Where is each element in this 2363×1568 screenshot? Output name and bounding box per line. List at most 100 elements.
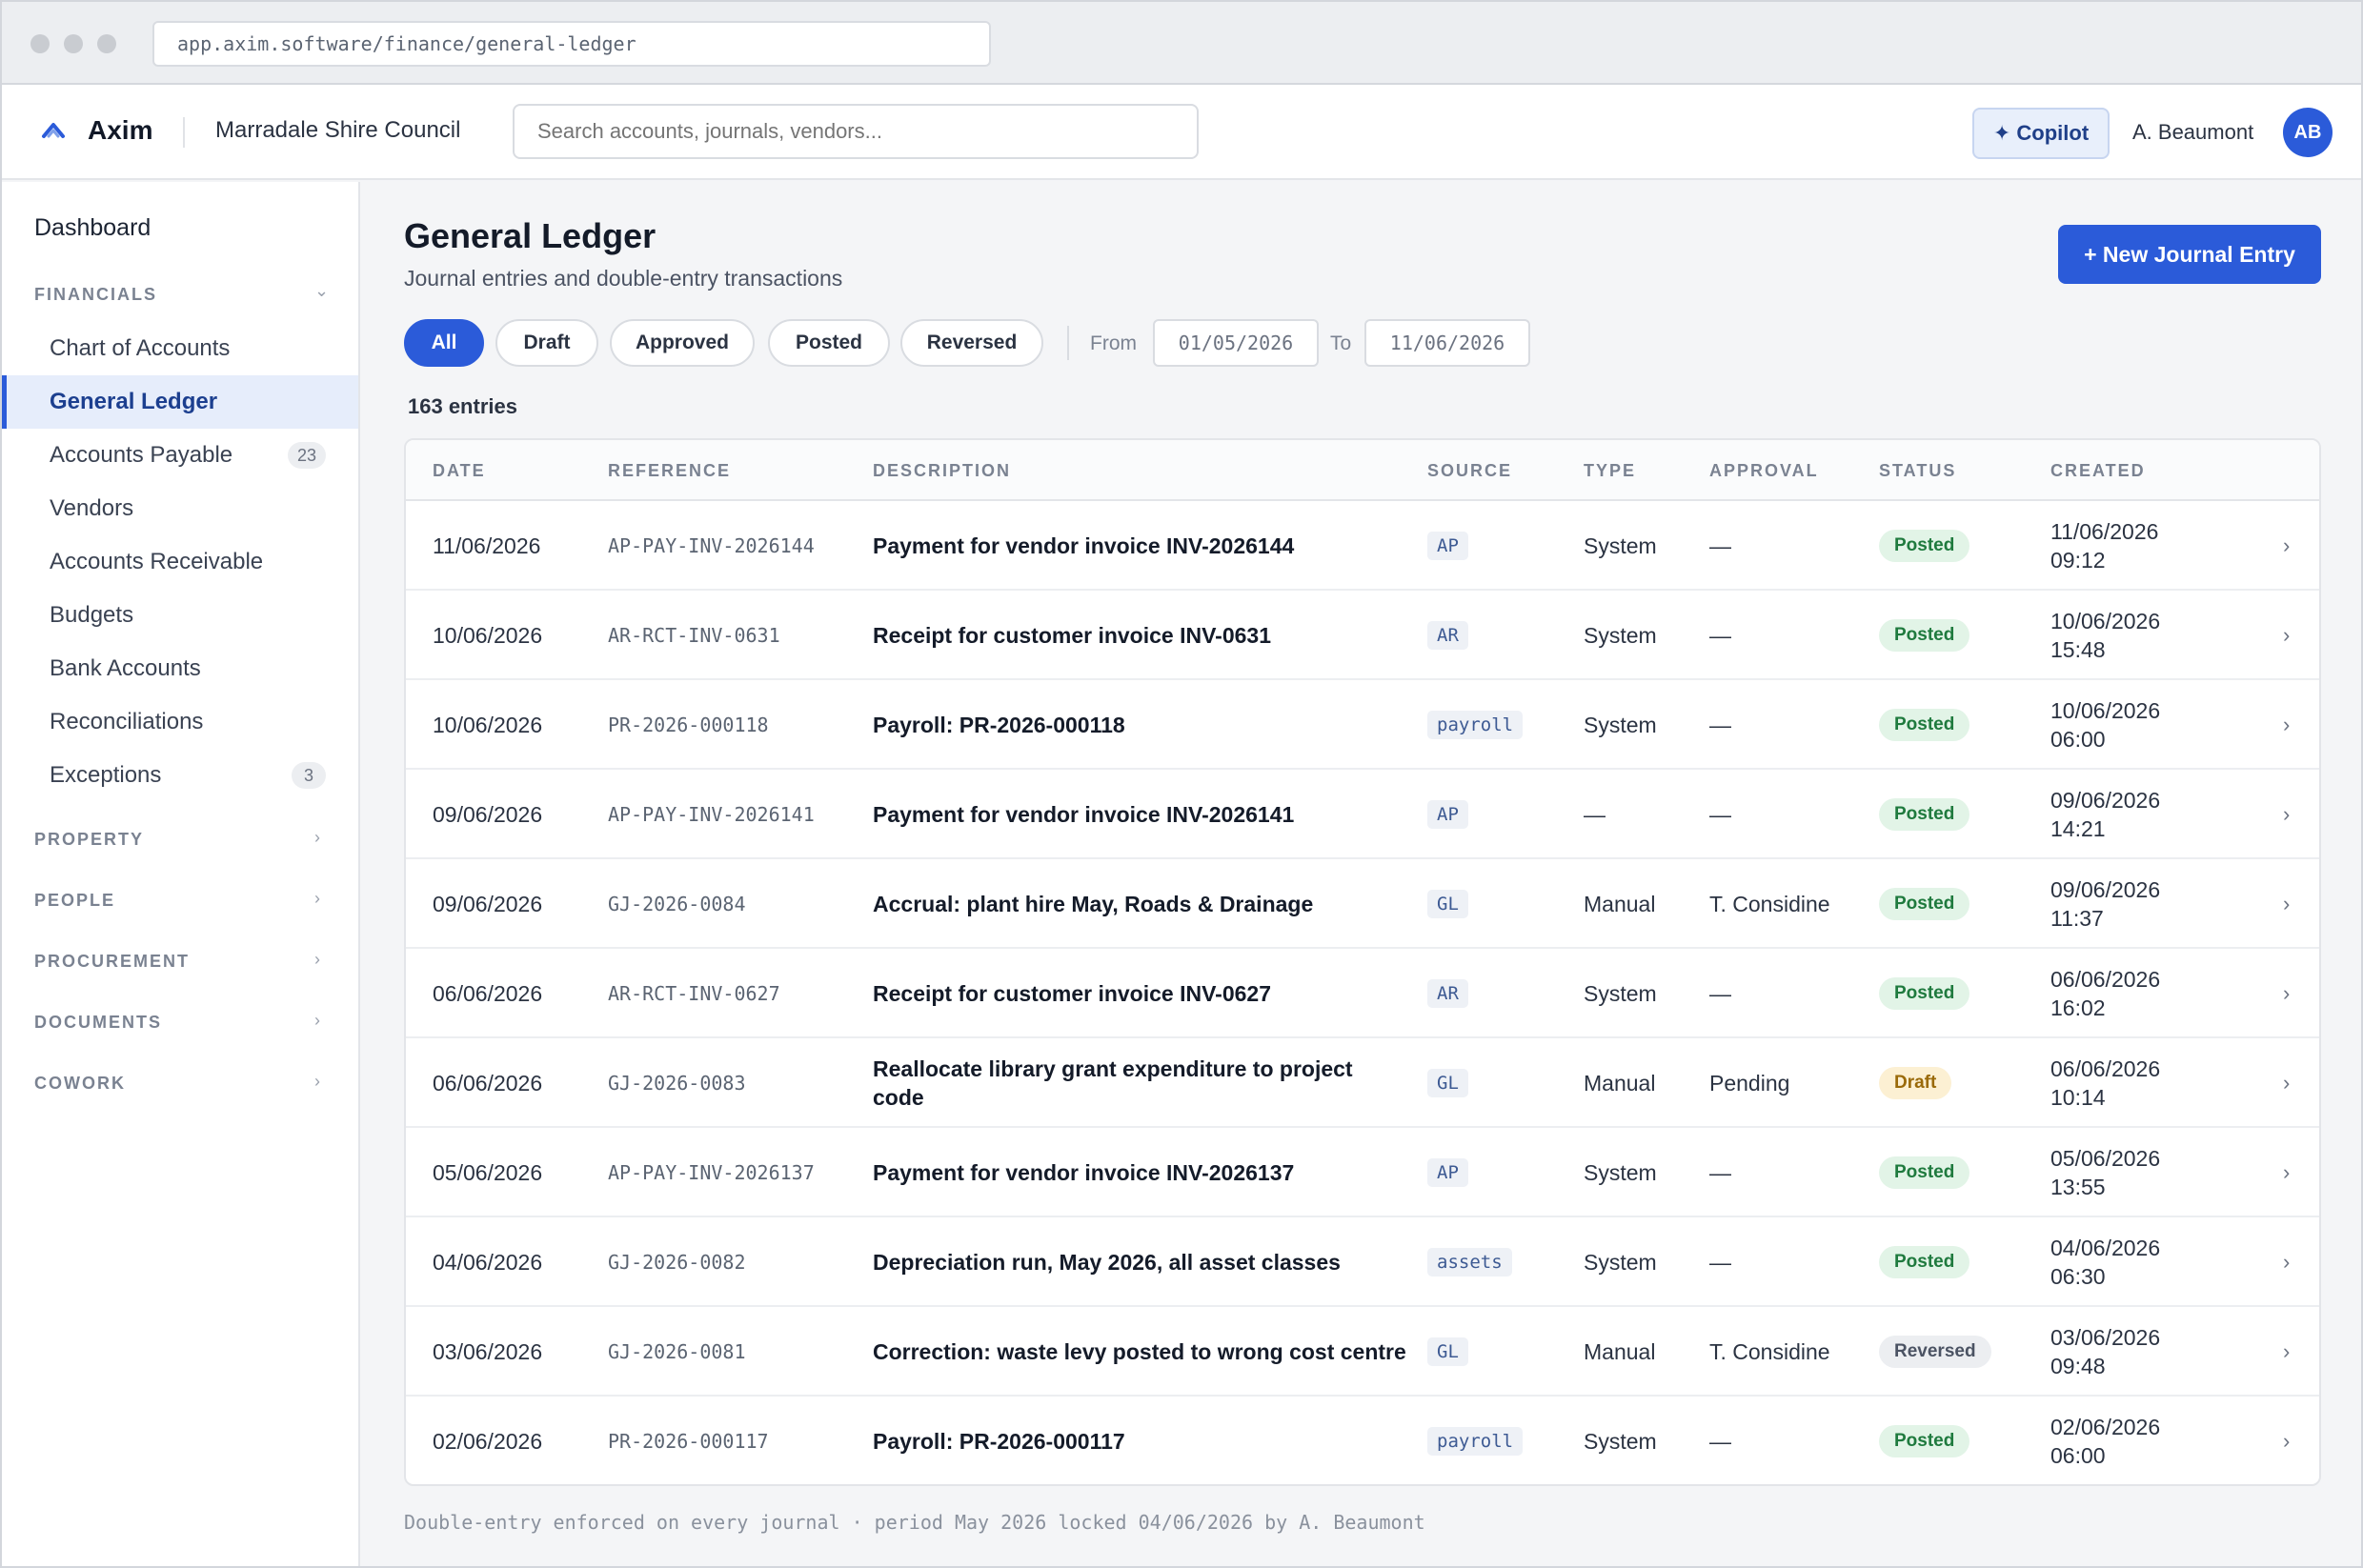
column-header-approval[interactable]: APPROVAL: [1709, 461, 1819, 480]
brand-name[interactable]: Axim: [88, 113, 152, 148]
sidebar-section-documents[interactable]: DOCUMENTS: [34, 1013, 162, 1033]
filter-draft[interactable]: Draft: [495, 319, 598, 367]
cell-source: payroll: [1427, 1397, 1570, 1484]
chevron-right-icon[interactable]: ›: [2283, 1128, 2302, 1217]
type-text: System: [1584, 1160, 1657, 1185]
table-row[interactable]: 10/06/2026 AR-RCT-INV-0631 Receipt for cus…: [406, 591, 2319, 680]
axim-logo-icon[interactable]: [40, 117, 67, 144]
table-row[interactable]: 09/06/2026 GJ-2026-0084 Accrual: plant hir…: [406, 859, 2319, 949]
cell-created: 10/06/2026 06:00: [2050, 680, 2203, 770]
description-text: Correction: waste levy posted to wrong c…: [873, 1339, 1406, 1364]
table-row[interactable]: 06/06/2026 AR-RCT-INV-0627 Receipt for cus…: [406, 949, 2319, 1038]
chevron-right-icon[interactable]: ›: [2283, 501, 2302, 591]
cell-created: 10/06/2026 15:48: [2050, 591, 2203, 680]
column-header-date[interactable]: DATE: [433, 461, 486, 480]
chevron-right-icon[interactable]: ›: [314, 889, 320, 909]
reference-text: PR-2026-000117: [608, 1430, 769, 1453]
cell-description: Payroll: PR-2026-000118: [873, 680, 1406, 770]
cell-status: Draft: [1879, 1038, 2022, 1128]
chevron-right-icon[interactable]: ›: [2283, 680, 2302, 770]
journal-table: DATE REFERENCE DESCRIPTION SOURCE TYPE A…: [404, 438, 2321, 1486]
chevron-right-icon[interactable]: ›: [2283, 770, 2302, 859]
sidebar-item-exceptions[interactable]: Exceptions 3: [2, 749, 358, 802]
window-close-dot[interactable]: [30, 34, 50, 53]
sidebar-item-chart-of-accounts[interactable]: Chart of Accounts: [2, 322, 358, 375]
reference-text: GJ-2026-0081: [608, 1340, 746, 1363]
cell-created: 04/06/2026 06:30: [2050, 1217, 2203, 1307]
address-bar[interactable]: app.axim.software/finance/general-ledger: [152, 21, 991, 67]
reference-text: AR-RCT-INV-0631: [608, 624, 780, 647]
cell-approval: —: [1709, 501, 1843, 591]
cell-approval: —: [1709, 1397, 1843, 1484]
table-row[interactable]: 05/06/2026 AP-PAY-INV-2026137 Payment for …: [406, 1128, 2319, 1217]
to-date-input[interactable]: 11/06/2026: [1364, 319, 1530, 367]
table-row[interactable]: 04/06/2026 GJ-2026-0082 Depreciation run, …: [406, 1217, 2319, 1307]
filter-posted[interactable]: Posted: [768, 319, 890, 367]
sidebar-item-accounts-payable[interactable]: Accounts Payable 23: [2, 429, 358, 482]
created-text: 11/06/2026 09:12: [2050, 519, 2159, 573]
table-row[interactable]: 09/06/2026 AP-PAY-INV-2026141 Payment for …: [406, 770, 2319, 859]
sidebar-item-reconciliations[interactable]: Reconciliations: [2, 695, 358, 749]
column-header-status[interactable]: STATUS: [1879, 461, 1956, 480]
chevron-right-icon[interactable]: ›: [314, 828, 320, 848]
chevron-right-icon[interactable]: ›: [314, 1011, 320, 1031]
chevron-down-icon[interactable]: ⌄: [314, 281, 329, 301]
table-row[interactable]: 11/06/2026 AP-PAY-INV-2026144 Payment for …: [406, 501, 2319, 591]
new-journal-entry-button[interactable]: + New Journal Entry: [2058, 225, 2321, 284]
sidebar-section-procurement[interactable]: PROCUREMENT: [34, 952, 190, 972]
column-header-description[interactable]: DESCRIPTION: [873, 461, 1011, 480]
chevron-right-icon[interactable]: ›: [314, 950, 320, 970]
global-search-input[interactable]: [513, 104, 1199, 159]
column-header-source[interactable]: SOURCE: [1427, 461, 1512, 480]
chevron-right-icon[interactable]: ›: [2283, 1038, 2302, 1128]
from-date-input[interactable]: 01/05/2026: [1153, 319, 1319, 367]
table-row[interactable]: 02/06/2026 PR-2026-000117 Payroll: PR-2026…: [406, 1397, 2319, 1484]
copilot-button[interactable]: ✦ Copilot: [1972, 108, 2110, 159]
column-header-type[interactable]: TYPE: [1584, 461, 1636, 480]
user-name[interactable]: A. Beaumont: [2132, 115, 2253, 150]
table-row[interactable]: 10/06/2026 PR-2026-000118 Payroll: PR-2026…: [406, 680, 2319, 770]
cell-status: Posted: [1879, 501, 2022, 591]
filter-reversed[interactable]: Reversed: [900, 319, 1043, 367]
sidebar-item-general-ledger[interactable]: General Ledger: [2, 375, 358, 429]
window-maximize-dot[interactable]: [97, 34, 116, 53]
chevron-right-icon[interactable]: ›: [2283, 1397, 2302, 1484]
chevron-right-icon[interactable]: ›: [2283, 591, 2302, 680]
status-badge: Posted: [1879, 1246, 1970, 1278]
table-row[interactable]: 06/06/2026 GJ-2026-0083 Reallocate library…: [406, 1038, 2319, 1128]
cell-status: Posted: [1879, 949, 2022, 1038]
source-tag: AR: [1427, 621, 1468, 650]
sidebar-item-vendors[interactable]: Vendors: [2, 482, 358, 535]
filter-all[interactable]: All: [404, 319, 484, 367]
filter-approved[interactable]: Approved: [610, 319, 755, 367]
sidebar-section-financials[interactable]: FINANCIALS: [34, 285, 157, 305]
date-text: 10/06/2026: [433, 713, 543, 737]
created-text: 09/06/2026 14:21: [2050, 788, 2161, 841]
chevron-right-icon[interactable]: ›: [2283, 859, 2302, 949]
app-header: Axim Marradale Shire Council ✦ Copilot A…: [2, 85, 2361, 180]
column-header-reference[interactable]: REFERENCE: [608, 461, 731, 480]
chevron-right-icon[interactable]: ›: [2283, 1307, 2302, 1397]
cell-reference: AP-PAY-INV-2026141: [608, 770, 837, 859]
chevron-right-icon[interactable]: ›: [2283, 1217, 2302, 1307]
cell-status: Posted: [1879, 1397, 2022, 1484]
sidebar-item-bank-accounts[interactable]: Bank Accounts: [2, 642, 358, 695]
sidebar-item-budgets[interactable]: Budgets: [2, 589, 358, 642]
sidebar-section-property[interactable]: PROPERTY: [34, 830, 144, 850]
window-minimize-dot[interactable]: [64, 34, 83, 53]
table-header: DATE REFERENCE DESCRIPTION SOURCE TYPE A…: [406, 440, 2319, 501]
sidebar-item-label: Exceptions: [50, 762, 162, 788]
chevron-right-icon[interactable]: ›: [314, 1072, 320, 1092]
sidebar-section-cowork[interactable]: COWORK: [34, 1074, 126, 1094]
user-avatar[interactable]: AB: [2283, 108, 2333, 157]
type-text: System: [1584, 713, 1657, 737]
column-header-created[interactable]: CREATED: [2050, 461, 2146, 480]
table-row[interactable]: 03/06/2026 GJ-2026-0081 Correction: waste …: [406, 1307, 2319, 1397]
sidebar-item-dashboard[interactable]: Dashboard: [34, 214, 151, 242]
approval-text: —: [1709, 802, 1731, 827]
cell-status: Posted: [1879, 1128, 2022, 1217]
sidebar-section-people[interactable]: PEOPLE: [34, 891, 115, 911]
sidebar-item-accounts-receivable[interactable]: Accounts Receivable: [2, 535, 358, 589]
chevron-right-icon[interactable]: ›: [2283, 949, 2302, 1038]
created-text: 06/06/2026 10:14: [2050, 1056, 2161, 1110]
